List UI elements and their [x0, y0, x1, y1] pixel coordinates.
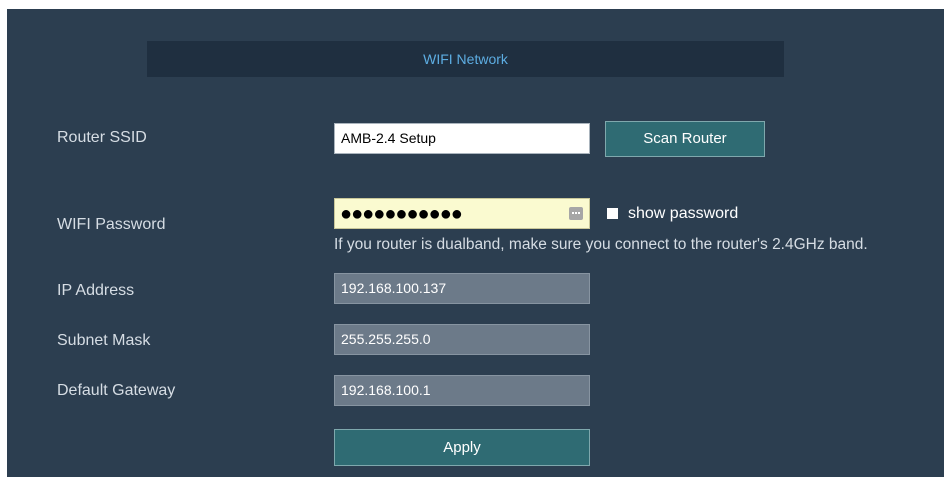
default-gateway-input[interactable]: 192.168.100.1: [334, 375, 590, 406]
apply-button[interactable]: Apply: [334, 429, 590, 466]
router-ssid-label: Router SSID: [57, 129, 147, 146]
show-password-label[interactable]: show password: [628, 204, 738, 224]
default-gateway-label: Default Gateway: [57, 382, 176, 399]
scan-router-button[interactable]: Scan Router: [605, 121, 765, 157]
password-mask: ●●●●●●●●●●●: [340, 203, 463, 225]
section-header: WIFI Network: [147, 41, 784, 77]
wifi-password-input[interactable]: ●●●●●●●●●●●: [334, 198, 590, 229]
show-password-checkbox[interactable]: [607, 208, 618, 219]
router-ssid-input[interactable]: AMB-2.4 Setup: [334, 123, 590, 154]
subnet-mask-input[interactable]: 255.255.255.0: [334, 324, 590, 355]
ip-address-label: IP Address: [57, 282, 135, 299]
password-manager-icon[interactable]: [569, 207, 583, 220]
dualband-hint: If you router is dualband, make sure you…: [334, 236, 868, 253]
subnet-mask-label: Subnet Mask: [57, 332, 151, 349]
wifi-settings-panel: WIFI Network Router SSID AMB-2.4 Setup S…: [7, 9, 944, 477]
wifi-password-label: WIFI Password: [57, 216, 166, 233]
ip-address-input[interactable]: 192.168.100.137: [334, 273, 590, 304]
